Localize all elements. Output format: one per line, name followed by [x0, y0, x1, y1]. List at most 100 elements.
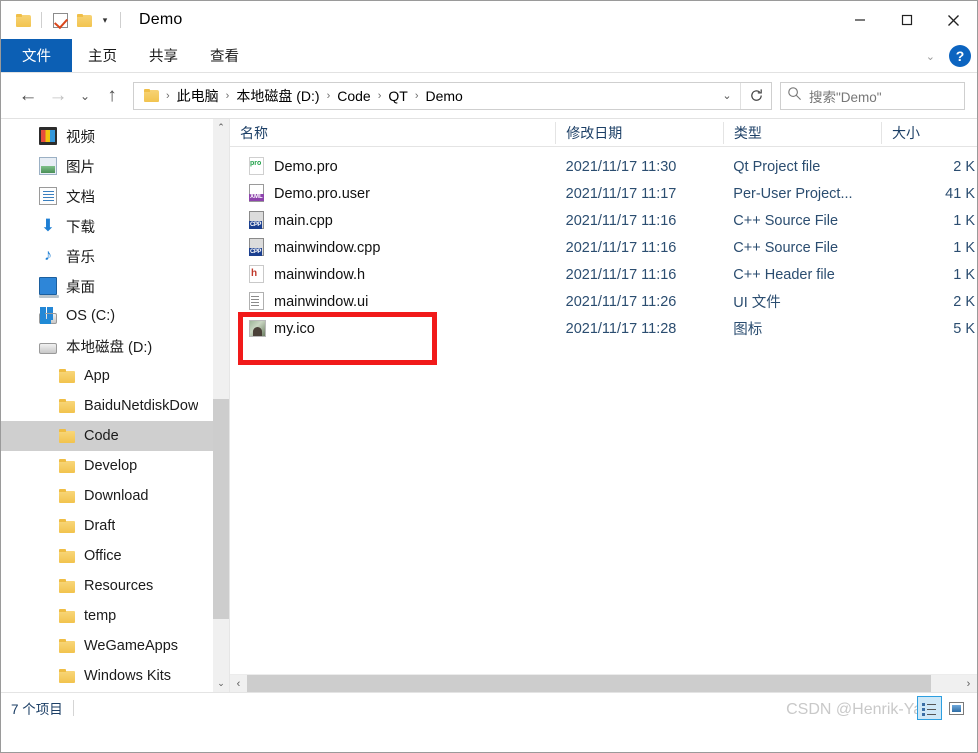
column-header-name[interactable]: 名称 ⌃	[230, 119, 555, 144]
file-name-cell[interactable]: CPP main.cpp	[230, 211, 556, 230]
sidebar-item-pictures[interactable]: 图片	[1, 151, 229, 181]
tab-file[interactable]: 文件	[1, 39, 72, 72]
sidebar-item-label: BaiduNetdiskDow	[84, 398, 199, 414]
breadcrumb-item-2[interactable]: Code	[333, 88, 374, 104]
sidebar-item-label: Windows Kits	[84, 668, 172, 684]
breadcrumb-item-1[interactable]: 本地磁盘 (D:)	[232, 86, 323, 106]
sidebar-item-label: 视频	[66, 129, 95, 146]
file-name-cell[interactable]: XML Demo.pro.user	[230, 184, 556, 203]
sidebar-item-download-folder[interactable]: Download	[1, 481, 229, 511]
file-name-cell[interactable]: my.ico	[230, 319, 556, 338]
hscroll-track[interactable]	[247, 674, 960, 692]
table-row[interactable]: h mainwindow.h 2021/11/17 11:16 C++ Head…	[230, 261, 977, 288]
sidebar-item-local-disk-d[interactable]: 本地磁盘 (D:)	[1, 331, 229, 361]
file-size-cell: 5 K	[953, 320, 975, 337]
sidebar-item-label: 本地磁盘 (D:)	[66, 339, 153, 356]
search-box[interactable]: 搜索"Demo"	[780, 81, 965, 110]
sidebar-item-videos[interactable]: 视频	[1, 121, 229, 151]
navigation-scrollbar[interactable]: ⌃ ⌄	[213, 119, 229, 692]
hscroll-left-arrow-icon[interactable]: ‹	[230, 675, 247, 693]
sidebar-item-label: 桌面	[66, 279, 95, 296]
sidebar-item-documents[interactable]: 文档	[1, 181, 229, 211]
help-button[interactable]: ?	[949, 45, 971, 67]
file-type-cell: 图标	[733, 322, 763, 338]
file-name-cell[interactable]: pro Demo.pro	[230, 157, 556, 176]
large-icons-view-button[interactable]	[944, 696, 969, 720]
table-row[interactable]: mainwindow.ui 2021/11/17 11:26 UI 文件 2 K	[230, 288, 977, 315]
file-type-cell: UI 文件	[733, 295, 781, 311]
table-row[interactable]: CPP main.cpp 2021/11/17 11:16 C++ Source…	[230, 207, 977, 234]
up-button[interactable]: ↑	[97, 81, 127, 111]
details-view-button[interactable]	[917, 696, 942, 720]
close-button[interactable]	[930, 1, 977, 39]
address-dropdown-chevron-down-icon[interactable]: ⌄	[714, 83, 740, 109]
minimize-button[interactable]	[836, 1, 883, 39]
file-size-cell: 2 K	[953, 293, 975, 310]
address-path-box[interactable]: › 此电脑 › 本地磁盘 (D:) › Code › QT › Demo ⌄	[133, 81, 772, 110]
table-row[interactable]: pro Demo.pro 2021/11/17 11:30 Qt Project…	[230, 153, 977, 180]
breadcrumb-item-4[interactable]: Demo	[422, 88, 467, 104]
sidebar-item-code[interactable]: Code	[1, 421, 229, 451]
forward-button[interactable]: →	[43, 81, 73, 111]
sidebar-item-wegameapps[interactable]: WeGameApps	[1, 631, 229, 661]
file-name-cell[interactable]: CPP mainwindow.cpp	[230, 238, 556, 257]
pictures-icon	[39, 157, 57, 175]
breadcrumb-item-0[interactable]: 此电脑	[173, 86, 223, 106]
file-rows: pro Demo.pro 2021/11/17 11:30 Qt Project…	[230, 147, 977, 342]
folder-icon	[59, 519, 75, 533]
search-input[interactable]: 搜索"Demo"	[809, 86, 882, 106]
view-mode-buttons	[917, 696, 969, 720]
refresh-button[interactable]	[741, 83, 771, 109]
cpp-file-icon: CPP	[248, 238, 265, 257]
column-header-size[interactable]: 大小	[880, 121, 977, 144]
column-header-date[interactable]: 修改日期	[555, 121, 723, 144]
file-name-label: mainwindow.h	[274, 266, 366, 283]
column-header-type[interactable]: 类型	[722, 121, 881, 144]
sidebar-item-temp[interactable]: temp	[1, 601, 229, 631]
sidebar-item-label: temp	[84, 608, 117, 624]
qat-customize-chevron-down-icon[interactable]: ▾	[96, 8, 114, 32]
tab-home[interactable]: 主页	[72, 39, 133, 72]
file-name-label: Demo.pro.user	[274, 185, 370, 202]
recent-locations-chevron-down-icon[interactable]: ⌄	[73, 81, 97, 111]
sidebar-item-office[interactable]: Office	[1, 541, 229, 571]
sidebar-item-draft[interactable]: Draft	[1, 511, 229, 541]
file-date-cell: 2021/11/17 11:28	[565, 320, 677, 337]
status-divider	[72, 700, 74, 716]
sort-ascending-icon: ⌃	[378, 119, 386, 125]
sidebar-item-resources[interactable]: Resources	[1, 571, 229, 601]
folder-icon	[59, 459, 75, 473]
sidebar-item-windows-kits[interactable]: Windows Kits	[1, 661, 229, 691]
table-row[interactable]: XML Demo.pro.user 2021/11/17 11:17 Per-U…	[230, 180, 977, 207]
sidebar-item-develop[interactable]: Develop	[1, 451, 229, 481]
sidebar-item-label: WeGameApps	[84, 638, 179, 654]
tab-share[interactable]: 共享	[133, 39, 194, 72]
sidebar-item-downloads[interactable]: ⬇ 下载	[1, 211, 229, 241]
ribbon-expand-chevron-down-icon[interactable]: ⌄	[920, 50, 941, 63]
file-name-cell[interactable]: h mainwindow.h	[230, 265, 556, 284]
sidebar-item-baidunetdiskdownload[interactable]: BaiduNetdiskDow	[1, 391, 229, 421]
scroll-down-arrow-icon[interactable]: ⌄	[213, 675, 229, 692]
address-bar: ← → ⌄ ↑ › 此电脑 › 本地磁盘 (D:) › Code › QT › …	[1, 73, 977, 118]
sidebar-item-music[interactable]: ♪ 音乐	[1, 241, 229, 271]
horizontal-scrollbar[interactable]: ‹ ›	[230, 674, 977, 692]
hscroll-thumb[interactable]	[247, 674, 932, 692]
maximize-button[interactable]	[883, 1, 930, 39]
navigation-scrollbar-thumb[interactable]	[213, 399, 229, 619]
sidebar-item-os-c[interactable]: OS (C:)	[1, 301, 229, 331]
file-name-cell[interactable]: mainwindow.ui	[230, 292, 556, 311]
properties-checkbox-icon[interactable]	[48, 8, 72, 32]
table-row[interactable]: my.ico 2021/11/17 11:28 图标 5 K	[230, 315, 977, 342]
breadcrumb-item-3[interactable]: QT	[384, 88, 411, 104]
hscroll-right-arrow-icon[interactable]: ›	[960, 675, 977, 693]
navigation-tree: 视频 图片 文档 ⬇ 下载 ♪ 音乐 桌面 OS (C:) 本地磁盘 (D:) …	[1, 119, 229, 692]
user-file-icon: XML	[248, 184, 265, 203]
sidebar-item-app[interactable]: App	[1, 361, 229, 391]
tab-view[interactable]: 查看	[194, 39, 255, 72]
file-type-cell: Qt Project file	[733, 158, 821, 175]
back-button[interactable]: ←	[13, 81, 43, 111]
sidebar-item-desktop[interactable]: 桌面	[1, 271, 229, 301]
table-row[interactable]: CPP mainwindow.cpp 2021/11/17 11:16 C++ …	[230, 234, 977, 261]
new-folder-icon[interactable]	[72, 8, 96, 32]
scroll-up-arrow-icon[interactable]: ⌃	[213, 119, 229, 136]
